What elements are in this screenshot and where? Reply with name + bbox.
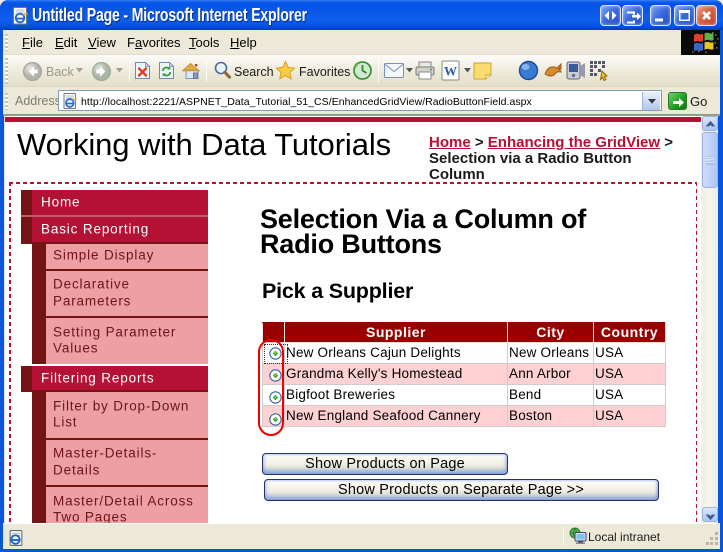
svg-text:W: W	[444, 64, 457, 79]
